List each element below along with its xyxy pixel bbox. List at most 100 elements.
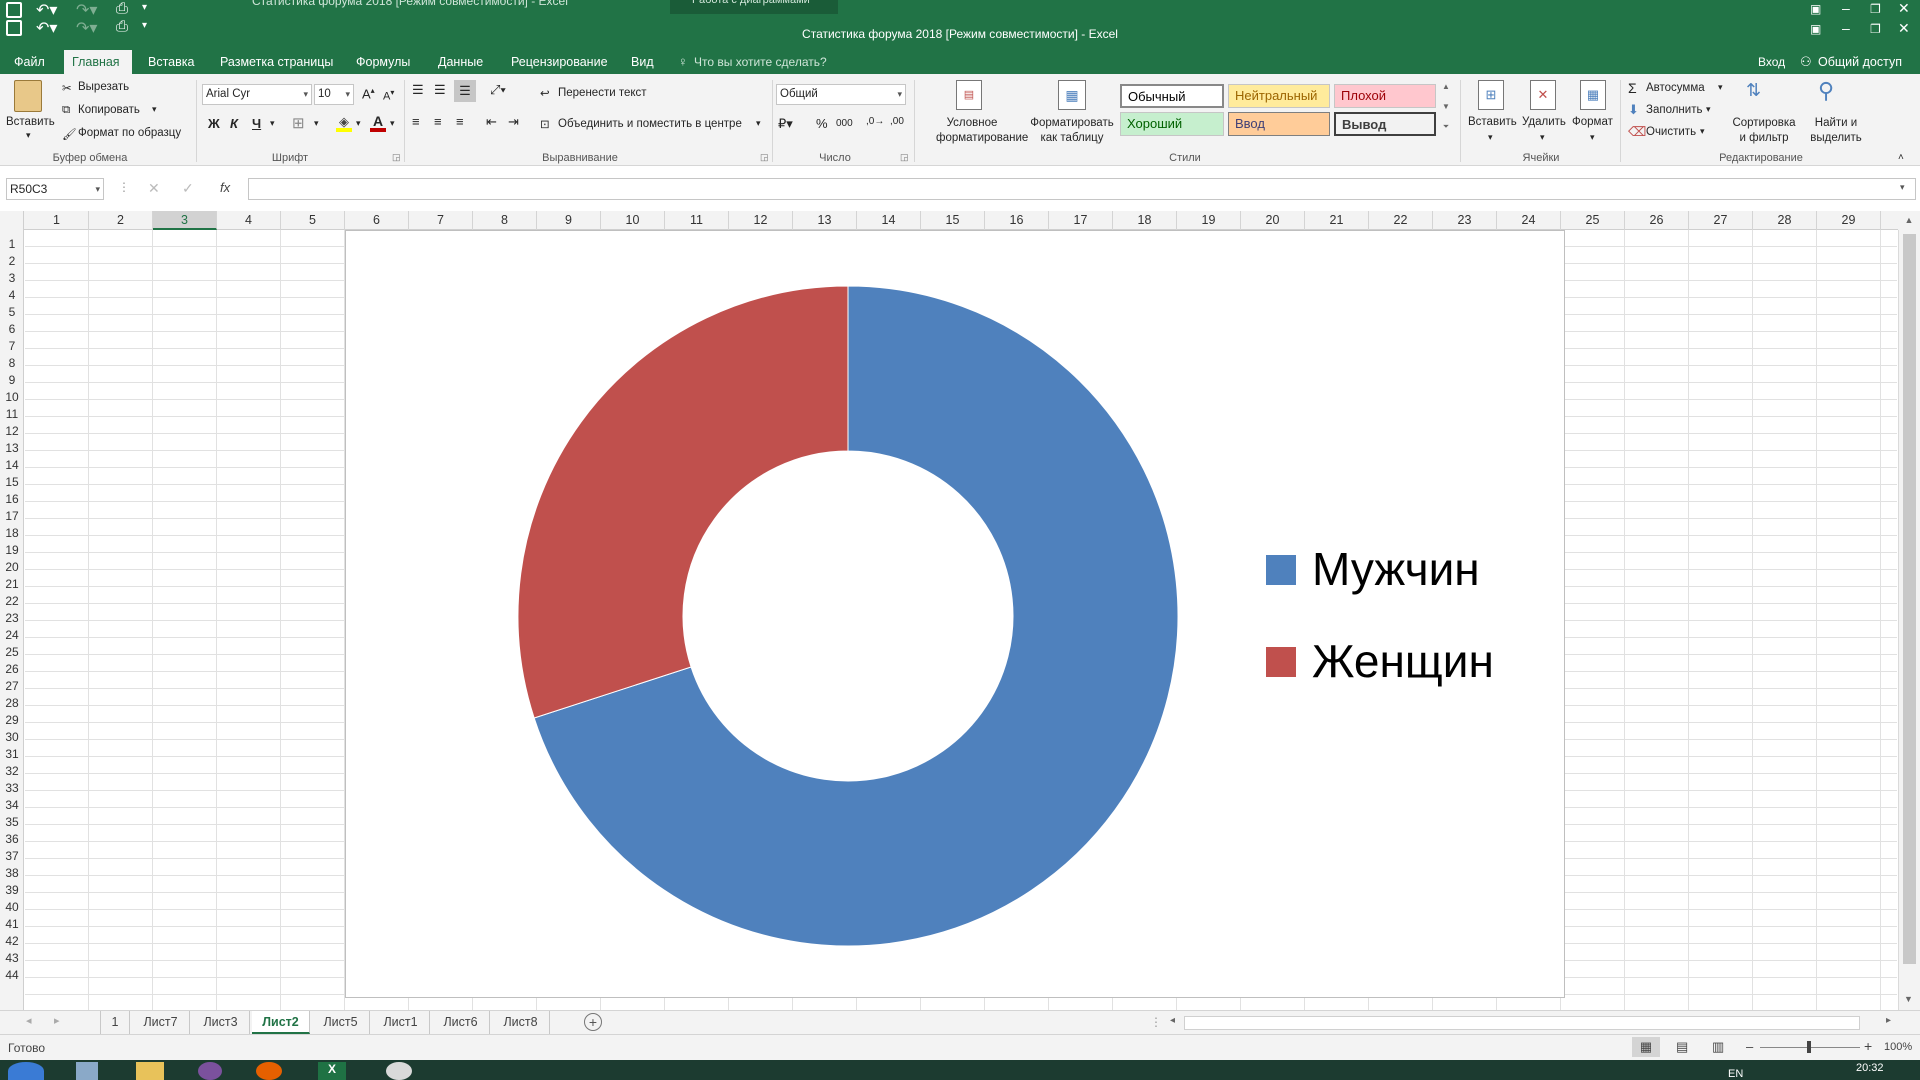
tab-formulas[interactable]: Формулы — [348, 50, 418, 74]
row-header[interactable]: 26 — [0, 661, 24, 678]
row-header[interactable]: 34 — [0, 797, 24, 814]
sort-filter-button[interactable]: Сортировка и фильтр — [1728, 116, 1800, 146]
alignment-dialog-launcher-icon[interactable]: ◲ — [760, 152, 769, 163]
sign-in-link[interactable]: Вход — [1758, 55, 1785, 69]
row-header[interactable]: 24 — [0, 627, 24, 644]
row-header[interactable]: 14 — [0, 457, 24, 474]
column-header[interactable]: 15 — [921, 211, 985, 230]
align-right-icon[interactable]: ≡ — [456, 114, 464, 129]
percent-format-icon[interactable]: % — [816, 116, 828, 131]
viber-icon[interactable] — [198, 1062, 222, 1080]
collapse-ribbon-icon[interactable]: ˄ — [1898, 152, 1904, 163]
qat-customize-icon[interactable]: ▾ — [142, 2, 147, 13]
underline-dropdown-icon[interactable]: ▾ — [270, 118, 275, 129]
column-header[interactable]: 9 — [537, 211, 601, 230]
increase-indent-icon[interactable]: ⇥ — [508, 114, 519, 130]
column-header[interactable]: 7 — [409, 211, 473, 230]
orientation-icon[interactable]: ⤢▾ — [490, 82, 506, 98]
formula-input[interactable] — [248, 178, 1916, 200]
style-normal[interactable]: Обычный — [1120, 84, 1224, 108]
vertical-scroll-thumb[interactable] — [1903, 234, 1916, 964]
add-sheet-icon[interactable]: + — [584, 1013, 602, 1031]
tab-home[interactable]: Главная — [64, 50, 132, 74]
column-header[interactable]: 12 — [729, 211, 793, 230]
row-header[interactable]: 6 — [0, 321, 24, 338]
scroll-left-icon[interactable]: ◂ — [1170, 1015, 1175, 1026]
increase-decimal-icon[interactable]: ,0→ — [866, 116, 884, 127]
zoom-slider-thumb[interactable] — [1807, 1041, 1811, 1053]
row-header[interactable]: 28 — [0, 695, 24, 712]
fill-color-dropdown-icon[interactable]: ▾ — [356, 118, 361, 129]
row-header[interactable]: 4 — [0, 287, 24, 304]
row-header[interactable]: 42 — [0, 933, 24, 950]
row-header[interactable]: 33 — [0, 780, 24, 797]
italic-button[interactable]: К — [230, 116, 238, 131]
select-all-corner[interactable] — [0, 211, 24, 230]
sheet-tab[interactable]: 1 — [100, 1011, 130, 1034]
excel-icon[interactable]: X — [318, 1062, 346, 1080]
sheet-tab[interactable]: Лист6 — [432, 1011, 490, 1034]
number-dialog-launcher-icon[interactable]: ◲ — [900, 152, 909, 163]
row-header[interactable]: 12 — [0, 423, 24, 440]
column-header[interactable]: 27 — [1689, 211, 1753, 230]
row-header[interactable]: 39 — [0, 882, 24, 899]
align-center-icon[interactable]: ≡ — [434, 114, 442, 129]
sheet-tab[interactable]: Лист1 — [372, 1011, 430, 1034]
row-header[interactable]: 35 — [0, 814, 24, 831]
chart-area[interactable]: Мужчин Женщин — [345, 230, 1565, 998]
style-bad[interactable]: Плохой — [1334, 84, 1436, 108]
format-painter-button[interactable]: Формат по образцу — [78, 127, 181, 139]
format-cells-button[interactable]: Формат — [1572, 116, 1613, 128]
paste-icon[interactable] — [14, 80, 42, 112]
column-header[interactable]: 6 — [345, 211, 409, 230]
clear-dropdown-icon[interactable]: ▾ — [1700, 126, 1705, 137]
print-preview-icon[interactable]: ⎙ — [116, 0, 128, 17]
save-icon[interactable] — [6, 2, 22, 18]
delete-cells-button[interactable]: Удалить — [1522, 116, 1566, 128]
sheet-tab[interactable]: Лист2 — [252, 1011, 310, 1034]
align-bottom-icon[interactable]: ☰ — [454, 80, 476, 102]
cut-button[interactable]: Вырезать — [78, 81, 129, 93]
chrome-icon[interactable] — [386, 1062, 412, 1080]
restore-icon[interactable]: ❐ — [1870, 22, 1881, 36]
row-header[interactable]: 8 — [0, 355, 24, 372]
style-input[interactable]: Ввод — [1228, 112, 1330, 136]
taskbar-app-icon[interactable] — [76, 1062, 98, 1080]
row-header[interactable]: 5 — [0, 304, 24, 321]
autosum-button[interactable]: Автосумма — [1646, 82, 1705, 94]
row-header[interactable]: 10 — [0, 389, 24, 406]
row-header[interactable]: 37 — [0, 848, 24, 865]
row-header[interactable]: 20 — [0, 559, 24, 576]
bold-button[interactable]: Ж — [208, 116, 220, 131]
styles-scroll-up-icon[interactable]: ▲ — [1440, 82, 1452, 102]
column-header[interactable]: 23 — [1433, 211, 1497, 230]
font-grow-icon[interactable]: A▴ — [362, 86, 375, 101]
autosum-dropdown-icon[interactable]: ▾ — [1718, 82, 1723, 93]
row-header[interactable]: 32 — [0, 763, 24, 780]
zoom-level[interactable]: 100% — [1884, 1041, 1912, 1053]
conditional-formatting-button[interactable]: Условное форматирование — [936, 116, 1028, 146]
sheet-tab[interactable]: Лист7 — [132, 1011, 190, 1034]
insert-function-icon[interactable]: fx — [220, 180, 230, 195]
start-button-icon[interactable] — [8, 1062, 44, 1080]
borders-icon[interactable]: ⊞ — [292, 114, 305, 132]
column-header[interactable]: 4 — [217, 211, 281, 230]
decrease-decimal-icon[interactable]: ,00 — [890, 116, 904, 127]
underline-button[interactable]: Ч — [252, 116, 261, 131]
font-name-select[interactable]: Arial Cyr — [202, 84, 312, 105]
sheet-tab[interactable]: Лист3 — [192, 1011, 250, 1034]
zoom-in-icon[interactable]: + — [1864, 1038, 1872, 1054]
column-header[interactable]: 16 — [985, 211, 1049, 230]
column-header[interactable]: 26 — [1625, 211, 1689, 230]
row-header[interactable]: 16 — [0, 491, 24, 508]
tab-page-layout[interactable]: Разметка страницы — [212, 50, 341, 74]
row-header[interactable]: 13 — [0, 440, 24, 457]
name-box[interactable]: R50C3 — [6, 178, 104, 200]
fill-dropdown-icon[interactable]: ▾ — [1706, 104, 1711, 115]
copy-dropdown-icon[interactable]: ▾ — [152, 104, 157, 115]
minimize-icon[interactable]: – — [1842, 20, 1850, 36]
row-header[interactable]: 3 — [0, 270, 24, 287]
undo-icon[interactable]: ↶▾ — [36, 0, 57, 20]
firefox-icon[interactable] — [256, 1062, 282, 1080]
column-header[interactable]: 11 — [665, 211, 729, 230]
